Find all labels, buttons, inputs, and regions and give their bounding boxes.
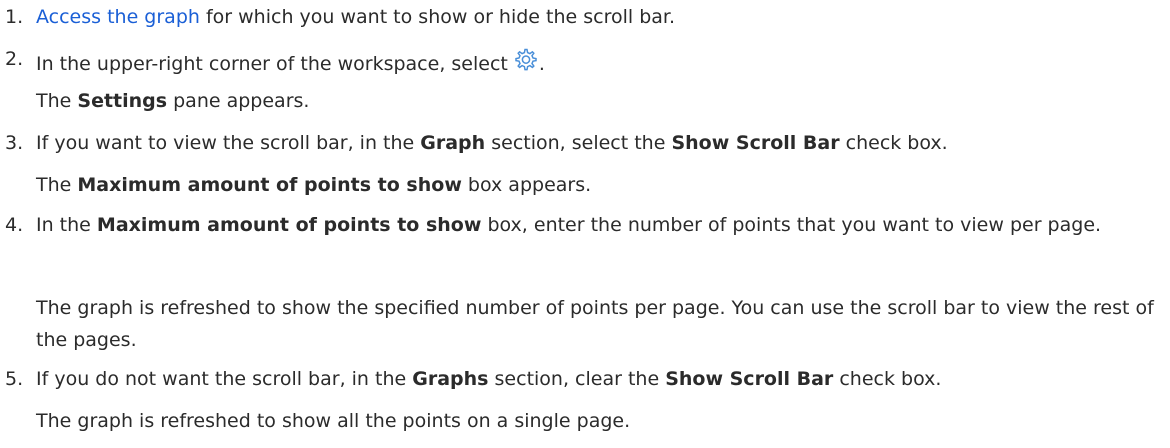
step-number: 1. xyxy=(5,6,24,28)
step-result: The graph is refreshed to show the speci… xyxy=(36,297,1154,351)
step-number: 4. xyxy=(5,214,24,236)
step-instruction: In the upper-right corner of the workspa… xyxy=(36,46,545,77)
gear-icon xyxy=(511,46,539,74)
maximum-points-label: Maximum amount of points to show xyxy=(96,214,482,236)
settings-label: Settings xyxy=(77,90,168,112)
step-instruction: In the Maximum amount of points to show … xyxy=(36,214,1102,236)
step-number: 5. xyxy=(5,368,24,390)
step-result: The Settings pane appears. xyxy=(36,90,310,112)
step-result: The graph is refreshed to show all the p… xyxy=(36,410,631,432)
step-instruction: Access the graph for which you want to s… xyxy=(36,4,675,30)
step-instruction: If you do not want the scroll bar, in th… xyxy=(36,368,942,390)
step-number: 2. xyxy=(5,48,24,70)
step-number: 3. xyxy=(5,132,24,154)
access-the-graph-link[interactable]: Access the graph xyxy=(36,6,200,28)
step-text: In the upper-right corner of the workspa… xyxy=(36,53,508,75)
graphs-section-label: Graphs xyxy=(412,368,489,390)
step-text: for which you want to show or hide the s… xyxy=(205,6,676,28)
show-scroll-bar-label: Show Scroll Bar xyxy=(665,368,834,390)
maximum-points-label: Maximum amount of points to show xyxy=(77,174,462,196)
step-text: . xyxy=(538,53,545,75)
step-result: The Maximum amount of points to show box… xyxy=(36,174,592,196)
step-instruction: If you want to view the scroll bar, in t… xyxy=(36,132,948,154)
graph-section-label: Graph xyxy=(420,132,486,154)
show-scroll-bar-label: Show Scroll Bar xyxy=(671,132,840,154)
